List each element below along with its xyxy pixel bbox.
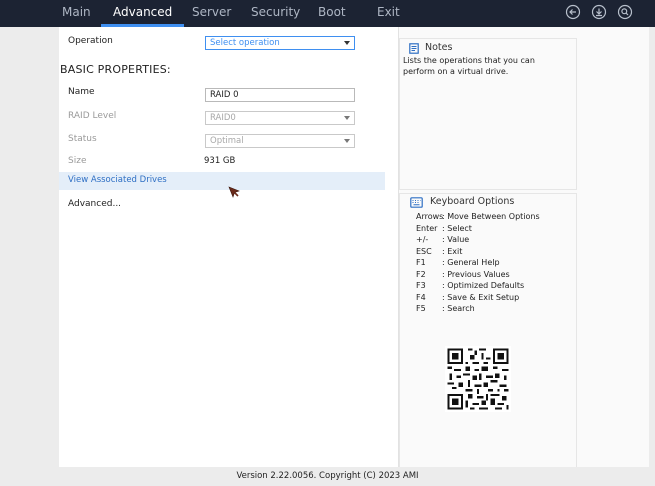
kb-option: F1 : General Help <box>416 257 500 268</box>
tab-advanced[interactable]: Advanced <box>100 0 185 27</box>
kb-option: F4 : Save & Exit Setup <box>416 292 519 303</box>
kb-option: F5 : Search <box>416 303 475 314</box>
search-icon[interactable] <box>617 4 633 20</box>
chevron-down-icon <box>344 41 350 45</box>
operation-select[interactable]: Select operation <box>205 36 355 50</box>
kb-option-desc: : Exit <box>442 246 463 256</box>
kb-option-desc: : Save & Exit Setup <box>442 292 520 302</box>
raid-level-value: RAID0 <box>210 113 236 123</box>
size-value: 931 GB <box>204 156 236 166</box>
help-column: Notes Lists the operations that you can … <box>399 27 649 467</box>
footer-version: Version 2.22.0056. Copyright (C) 2023 AM… <box>236 471 419 481</box>
kb-option: +/- : Value <box>416 234 469 245</box>
view-associated-drives-label: View Associated Drives <box>68 175 167 185</box>
kb-option-key: F3 <box>416 281 426 290</box>
name-label: Name <box>68 87 95 97</box>
section-heading: BASIC PROPERTIES: <box>60 63 171 76</box>
kb-option: Enter : Select <box>416 223 472 234</box>
notes-text: Lists the operations that you can perfor… <box>403 56 535 76</box>
status-label: Status <box>68 134 97 144</box>
kb-option-key: F1 <box>416 258 426 267</box>
kb-option-desc: : Select <box>442 223 472 233</box>
back-icon[interactable] <box>565 4 581 20</box>
form-column: Operation Select operation BASIC PROPERT… <box>59 27 399 467</box>
chevron-down-icon <box>344 116 350 120</box>
view-associated-drives-link[interactable]: View Associated Drives <box>59 172 385 190</box>
size-label: Size <box>68 156 87 166</box>
kb-option-desc: : Optimized Defaults <box>442 281 525 290</box>
advanced-link[interactable]: Advanced... <box>68 199 121 209</box>
kb-option: Arrows: Move Between Options <box>416 211 540 222</box>
status-value: Optimal <box>210 136 244 146</box>
top-nav-bar: Main Advanced Server Security Boot Exit <box>0 0 655 27</box>
kb-option-key: F2 <box>416 269 426 279</box>
qr-code <box>445 346 511 412</box>
kb-option: F2 : Previous Values <box>416 269 510 280</box>
chevron-down-icon <box>344 139 350 143</box>
kb-option-desc: : Value <box>442 235 470 244</box>
kb-option-desc: : Search <box>442 304 475 313</box>
kb-option: ESC : Exit <box>416 246 462 257</box>
kb-option-key: Arrows <box>416 212 444 221</box>
keyboard-options-title: Keyboard Options <box>430 196 515 207</box>
tab-boot[interactable]: Boot <box>318 0 346 27</box>
kb-option-key: Enter <box>416 223 438 233</box>
tab-exit[interactable]: Exit <box>377 0 400 27</box>
name-field[interactable]: RAID 0 <box>205 88 355 102</box>
notes-title: Notes <box>425 42 453 53</box>
tab-server[interactable]: Server <box>192 0 231 27</box>
status-select: Optimal <box>205 134 355 148</box>
kb-option-desc: : Move Between Options <box>442 212 540 221</box>
mouse-cursor-icon <box>228 186 240 198</box>
notes-icon <box>409 43 419 54</box>
raid-level-select: RAID0 <box>205 111 355 125</box>
operation-select-text: Select operation <box>210 38 280 48</box>
raid-level-label: RAID Level <box>68 111 117 121</box>
kb-option-key: ESC <box>416 246 432 256</box>
kb-option-key: +/- <box>416 235 429 244</box>
keyboard-icon <box>410 197 423 208</box>
tab-main[interactable]: Main <box>62 0 91 27</box>
kb-option-desc: : General Help <box>442 258 500 267</box>
kb-option: F3 : Optimized Defaults <box>416 280 524 291</box>
kb-option-key: F5 <box>416 304 426 313</box>
kb-option-desc: : Previous Values <box>442 269 510 279</box>
name-field-value: RAID 0 <box>210 90 239 100</box>
main-panel: Operation Select operation BASIC PROPERT… <box>59 27 649 467</box>
kb-option-key: F4 <box>416 292 426 302</box>
download-icon[interactable] <box>591 4 607 20</box>
notes-panel: Notes Lists the operations that you can … <box>399 38 577 190</box>
tab-security[interactable]: Security <box>251 0 300 27</box>
operation-label: Operation <box>68 36 113 46</box>
keyboard-options-panel: Keyboard Options Arrows: Move Between Op… <box>399 193 577 467</box>
